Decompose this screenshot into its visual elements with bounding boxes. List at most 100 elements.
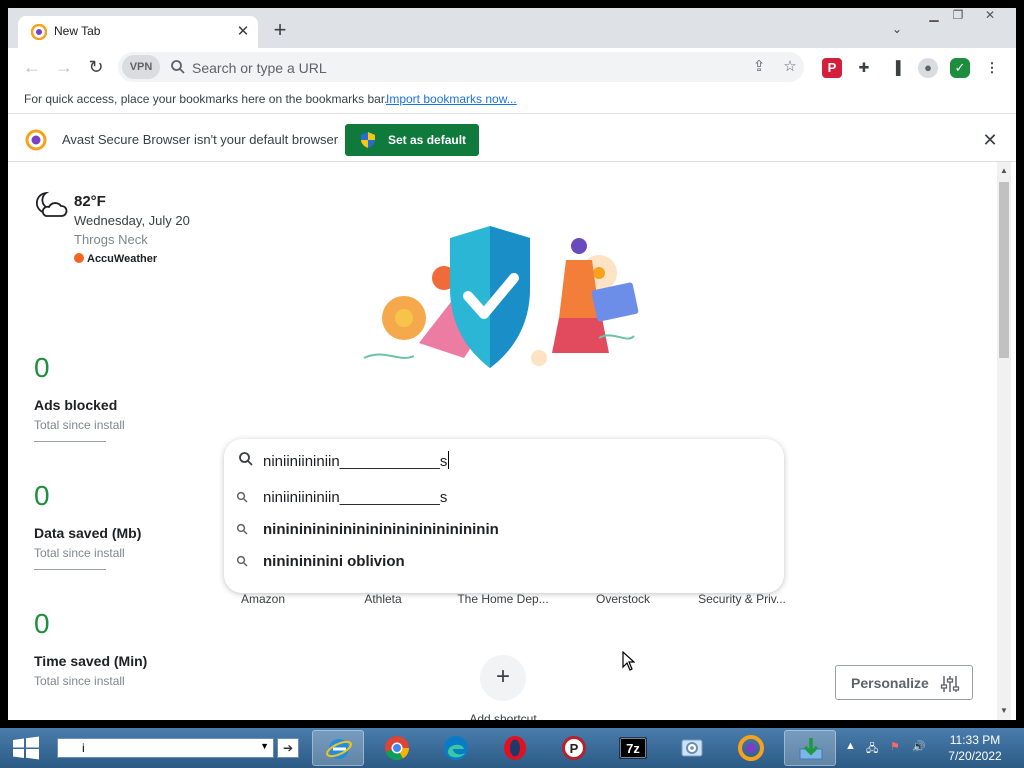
shortcut-amazon[interactable]: Amazon xyxy=(213,592,313,606)
taskbar-internet-explorer[interactable] xyxy=(312,730,364,766)
suggestion-text: nininininininininininininininininin xyxy=(263,521,499,538)
scroll-down-arrow-icon[interactable]: ▼ xyxy=(997,706,1011,716)
infobar-message: Avast Secure Browser isn't your default … xyxy=(62,132,339,147)
taskbar-edge[interactable] xyxy=(430,730,482,766)
close-window-button[interactable]: ✕ xyxy=(978,8,1002,24)
edge-icon xyxy=(444,736,468,760)
avast-browser-icon xyxy=(738,735,764,761)
text-caret xyxy=(448,451,450,469)
toolbar: ← → ↻ VPN Search or type a URL ⇪ ☆ P ✚ ▐… xyxy=(8,48,1016,86)
bookmark-star-icon[interactable]: ☆ xyxy=(781,58,799,76)
ads-blocked-label: Ads blocked xyxy=(34,397,118,413)
back-button[interactable]: ← xyxy=(20,56,44,80)
accuweather-label: AccuWeather xyxy=(87,253,158,265)
sliders-icon xyxy=(940,676,960,692)
taskbar-clock[interactable]: 11:33 PM 7/20/2022 xyxy=(940,732,1010,764)
clock-time: 11:33 PM xyxy=(949,733,1001,747)
taskbar-go-arrow-icon[interactable]: ➔ xyxy=(277,738,299,758)
add-shortcut-button[interactable]: + xyxy=(480,655,526,701)
bookmarks-message: For quick access, place your bookmarks h… xyxy=(24,92,388,106)
minimize-button[interactable]: ▁ xyxy=(922,8,946,24)
omnibox-placeholder: Search or type a URL xyxy=(192,60,327,76)
infobar-close-icon[interactable]: ✕ xyxy=(980,130,1000,150)
data-saved-value: 0 xyxy=(34,480,50,511)
add-shortcut-label: Add shortcut xyxy=(469,712,537,720)
profile-avatar-icon[interactable]: ● xyxy=(918,58,938,78)
network-icon[interactable]: 🖧 xyxy=(866,740,878,756)
shortcut-security-privacy[interactable]: Security & Priv... xyxy=(692,592,792,606)
set-as-default-button[interactable]: Set as default xyxy=(345,124,479,156)
restore-button[interactable]: ❐ xyxy=(946,8,970,24)
tab-search-chevron-icon[interactable]: ⌄ xyxy=(888,22,906,36)
taskbar-search-input[interactable]: i ▼ xyxy=(57,738,274,758)
scrollbar-thumb[interactable] xyxy=(999,182,1009,358)
data-saved-label: Data saved (Mb) xyxy=(34,525,142,541)
moon-cloud-icon xyxy=(35,191,68,217)
shortcut-athleta[interactable]: Athleta xyxy=(333,592,433,606)
suggestion-text: nininininini oblivion xyxy=(263,553,405,570)
forward-button[interactable]: → xyxy=(52,56,76,80)
search-icon xyxy=(239,452,253,466)
chrome-icon xyxy=(385,736,409,761)
flag-alert-icon[interactable]: ⚑ xyxy=(890,740,900,756)
privacy-extension-icon[interactable]: P xyxy=(822,58,842,78)
search-icon xyxy=(171,60,185,74)
reload-button[interactable]: ↻ xyxy=(84,56,108,80)
avast-favicon-icon xyxy=(31,24,47,40)
security-shield-icon[interactable]: ✓ xyxy=(950,58,970,78)
taskbar-downloads[interactable] xyxy=(784,730,836,766)
search-icon xyxy=(236,491,248,503)
suggestion-item[interactable]: niniiniininiin____________s xyxy=(224,482,784,512)
taskbar-7zip[interactable]: 7z xyxy=(607,730,659,766)
chevron-down-icon[interactable]: ▼ xyxy=(260,741,269,751)
taskbar-chrome[interactable] xyxy=(371,730,423,766)
tray-expand-icon[interactable]: ▲ xyxy=(845,740,856,756)
search-suggestions-dropdown: niniiniininiin____________s niniiniinini… xyxy=(224,439,784,593)
default-browser-infobar: Avast Secure Browser isn't your default … xyxy=(8,118,1016,162)
time-saved-value: 0 xyxy=(34,608,50,639)
vpn-button[interactable]: VPN xyxy=(122,55,160,79)
tab-close-icon[interactable]: ✕ xyxy=(234,23,252,41)
tab-new-tab[interactable]: New Tab ✕ xyxy=(18,16,258,48)
weather-temperature: 82°F xyxy=(74,193,106,210)
bookmarks-bar: For quick access, place your bookmarks h… xyxy=(8,86,1016,114)
personalize-label: Personalize xyxy=(851,675,929,691)
opera-icon xyxy=(504,736,526,760)
avast-logo-icon xyxy=(25,129,47,151)
suggestion-item[interactable]: nininininini oblivion xyxy=(224,546,784,576)
taskbar-pdf-reader[interactable]: P xyxy=(548,730,600,766)
share-icon[interactable]: ⇪ xyxy=(750,58,768,76)
pdf-reader-icon: P xyxy=(562,736,586,760)
shortcut-overstock[interactable]: Overstock xyxy=(573,592,673,606)
accuweather-logo[interactable]: AccuWeather xyxy=(74,253,157,265)
personalize-button[interactable]: Personalize xyxy=(835,665,973,700)
ads-blocked-value: 0 xyxy=(34,352,50,383)
time-saved-sub: Total since install xyxy=(34,674,125,688)
extensions-puzzle-icon[interactable]: ✚ xyxy=(854,58,874,78)
taskbar-control-panel[interactable] xyxy=(666,730,718,766)
browser-window: New Tab ✕ + ⌄ ▁ ❐ ✕ ← → ↻ VPN Search or … xyxy=(8,8,1016,720)
search-query-text: niniiniininiin____________s xyxy=(263,453,448,470)
taskbar-opera[interactable] xyxy=(489,730,541,766)
side-panel-icon[interactable]: ▐ xyxy=(886,58,906,78)
shortcut-home-depot[interactable]: The Home Dep... xyxy=(453,592,553,606)
ads-blocked-sub: Total since install xyxy=(34,418,125,432)
new-tab-button[interactable]: + xyxy=(270,19,290,41)
set-as-default-label: Set as default xyxy=(388,133,467,147)
tab-title: New Tab xyxy=(54,24,101,38)
windows-start-icon[interactable] xyxy=(12,736,40,760)
time-saved-label: Time saved (Min) xyxy=(34,653,148,669)
suggestion-text: niniiniininiin____________s xyxy=(263,489,448,506)
clock-date: 7/20/2022 xyxy=(948,749,1002,763)
suggestion-item[interactable]: nininininininininininininininininin xyxy=(224,514,784,544)
omnibox[interactable]: VPN Search or type a URL ⇪ ☆ xyxy=(118,52,804,82)
volume-icon[interactable]: 🔊 xyxy=(912,740,926,756)
import-bookmarks-link[interactable]: Import bookmarks now... xyxy=(386,92,517,106)
menu-kebab-icon[interactable]: ⋮ xyxy=(982,58,1002,78)
taskbar-avast-browser[interactable] xyxy=(725,730,777,766)
vertical-scrollbar[interactable]: ▲ ▼ xyxy=(997,162,1011,720)
search-input[interactable]: niniiniininiin____________s xyxy=(263,451,450,470)
scroll-up-arrow-icon[interactable]: ▲ xyxy=(997,166,1011,176)
weather-location[interactable]: Throgs Neck xyxy=(74,232,148,247)
mouse-pointer-icon xyxy=(622,651,635,671)
